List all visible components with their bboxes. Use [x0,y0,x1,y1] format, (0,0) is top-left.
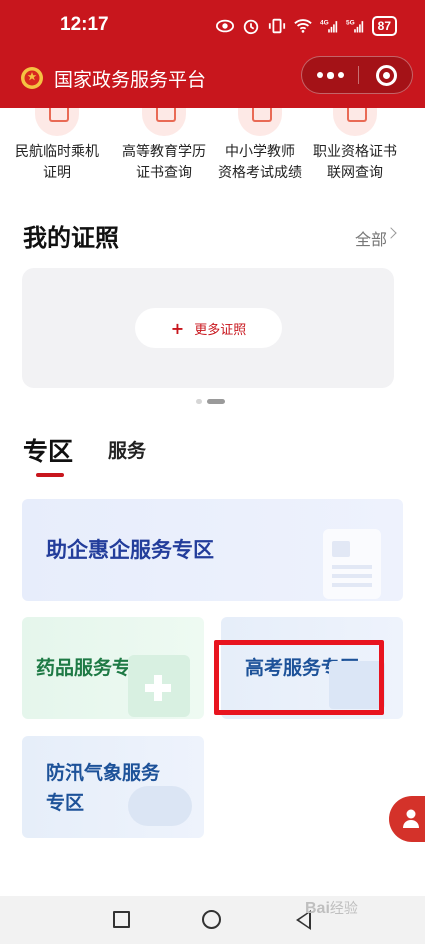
service-label: 高等教育学历 证书查询 [122,144,206,181]
alarm-icon [243,19,258,35]
app-title: 国家政务服务平台 [54,69,207,91]
top-bar: 12:17 4G 5G 87 国家政务服务平台 [0,0,425,108]
tab-service[interactable]: 服务 [108,436,146,463]
wifi-icon [293,19,312,33]
service-vocational-certificate[interactable]: 职业资格证书 联网查询 [302,108,408,184]
license-card: + 更多证照 [22,268,394,388]
active-tab-indicator [36,473,64,477]
zone-card-enterprise[interactable]: 助企惠企服务专区 [22,499,403,601]
svg-text:4G: 4G [320,19,329,26]
vocational-certificate-icon [333,108,377,136]
floating-assistant-button[interactable] [389,796,425,842]
cloud-icon [128,786,192,826]
more-licenses-button[interactable]: + 更多证照 [135,308,282,348]
status-time: 12:17 [60,14,109,35]
watermark: Bai经验 [305,900,358,917]
svg-text:5G: 5G [346,19,355,26]
zone-card-flood-weather[interactable]: 防汛气象服务 专区 [22,736,204,838]
degree-certificate-icon [142,108,186,136]
close-miniprogram-icon[interactable] [376,65,397,86]
teacher-exam-icon [238,108,282,136]
flight-certificate-icon [35,108,79,136]
signal-4g-icon: 4G [320,19,337,33]
service-label: 民航临时乘机 证明 [15,144,99,181]
plus-icon: + [170,318,185,338]
service-label: 中小学教师 资格考试成绩 [218,144,302,181]
system-nav-bar [0,896,425,944]
zone-card-drug[interactable]: 药品服务专区 [22,617,204,719]
vibrate-icon [268,18,285,34]
carousel-dot-active [207,399,225,404]
miniprogram-capsule [301,56,413,94]
eye-icon [215,19,234,33]
highlight-box [214,640,384,715]
status-bar: 12:17 4G 5G 87 [0,0,425,56]
all-licenses-link[interactable]: 全部 [355,226,387,250]
document-icon [323,529,381,599]
capsule-divider [358,66,359,84]
national-emblem-icon [21,67,43,89]
more-licenses-label: 更多证照 [194,322,247,338]
recent-apps-button[interactable] [113,911,130,928]
carousel-dot [196,399,202,404]
medicine-box-icon [128,655,190,717]
chevron-right-icon [385,227,397,239]
quick-services: 民航临时乘机 证明 高等教育学历 证书查询 中小学教师 资格考试成绩 职业资格证书 联网… [0,108,425,188]
carousel-indicator [196,399,225,404]
app-header: 国家政务服务平台 [0,56,425,100]
person-icon [403,809,419,828]
service-teacher-exam-score[interactable]: 中小学教师 资格考试成绩 [207,108,313,184]
service-label: 职业资格证书 联网查询 [313,144,397,181]
signal-5g-icon: 5G [346,19,363,33]
service-flight-certificate[interactable]: 民航临时乘机 证明 [4,108,110,184]
zone-title: 助企惠企服务专区 [46,538,214,562]
more-menu-button[interactable] [302,57,358,93]
home-button[interactable] [202,910,221,929]
battery-indicator: 87 [371,16,397,36]
tab-zone[interactable]: 专区 [23,432,73,468]
my-licenses-title: 我的证照 [23,224,119,252]
service-degree-query[interactable]: 高等教育学历 证书查询 [111,108,217,184]
status-icons: 4G 5G 87 [215,16,397,36]
